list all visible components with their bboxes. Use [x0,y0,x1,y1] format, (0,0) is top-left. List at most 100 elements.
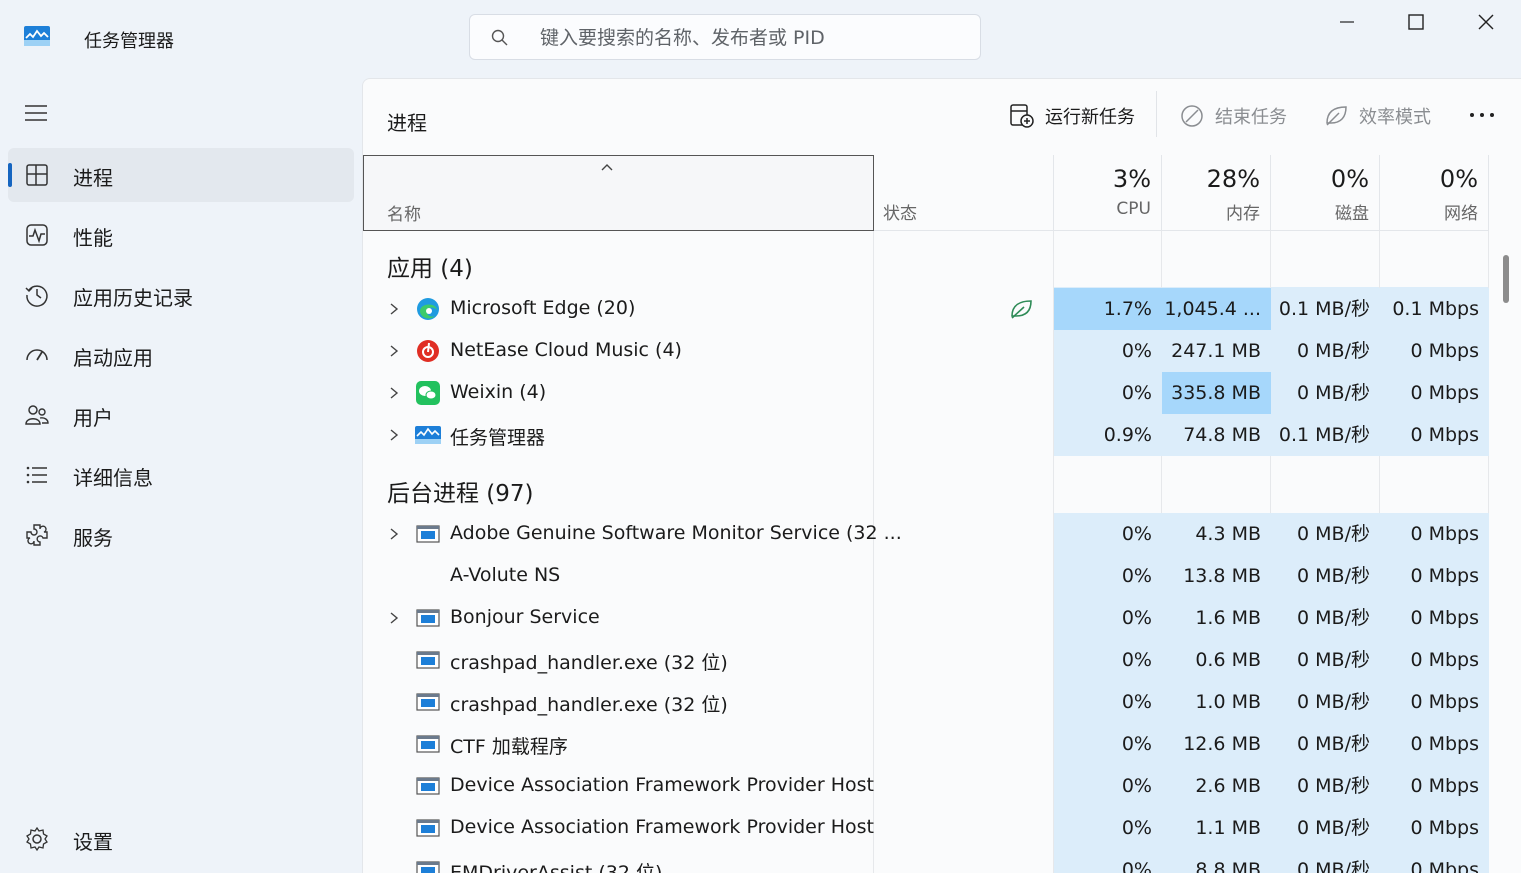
process-name: Device Association Framework Provider Ho… [450,774,874,796]
sidebar-item-settings[interactable]: 设置 [8,812,354,866]
network-cell: 0 Mbps [1380,723,1489,765]
expand-chevron-icon[interactable] [389,611,399,625]
column-label: 名称 [387,205,421,225]
end-task-icon [1181,105,1203,127]
process-name: crashpad_handler.exe (32 位) [450,652,728,674]
disk-cell: 0 MB/秒 [1271,807,1380,849]
cpu-cell: 0% [1054,639,1162,681]
active-indicator [8,163,12,187]
column-label: 内存 [1226,204,1260,224]
network-cell: 0 Mbps [1380,765,1489,807]
process-name: Bonjour Service [450,606,600,628]
cpu-cell: 0% [1054,513,1162,555]
disk-cell: 0 MB/秒 [1271,555,1380,597]
memory-cell: 1.0 MB [1162,681,1271,723]
processes-panel: 进程 运行新任务 结束任务 效率模式 名称 状态 3% CPU 28% 内存 0… [362,78,1521,873]
sidebar-item-users[interactable]: 用户 [8,388,354,442]
settings-icon [26,826,48,852]
process-row[interactable]: crashpad_handler.exe (32 位) 0% 0.6 MB 0 … [363,639,1489,681]
more-options-icon[interactable] [1467,105,1497,125]
cpu-cell: 0% [1054,330,1162,372]
service-window-icon [416,735,440,753]
end-task-button[interactable]: 结束任务 [1179,101,1287,131]
process-name: EMDriverAssist (32 位) [450,862,663,873]
maximize-button[interactable] [1394,8,1438,36]
column-label: 磁盘 [1335,204,1369,224]
close-button[interactable] [1464,8,1508,36]
process-row[interactable]: NetEase Cloud Music (4) 0% 247.1 MB 0 MB… [363,330,1489,372]
column-header-name[interactable]: 名称 [363,155,874,231]
process-row[interactable]: EMDriverAssist (32 位) 0% 8.8 MB 0 MB/秒 0… [363,849,1489,873]
hamburger-menu-icon[interactable] [24,102,48,124]
disk-cell: 0 MB/秒 [1271,849,1380,873]
memory-cell: 335.8 MB [1162,372,1271,414]
process-row[interactable]: Bonjour Service 0% 1.6 MB 0 MB/秒 0 Mbps [363,597,1489,639]
process-row[interactable]: Device Association Framework Provider Ho… [363,765,1489,807]
expand-chevron-icon[interactable] [389,527,399,541]
details-icon [26,466,47,484]
sidebar-item-performance[interactable]: 性能 [8,208,354,262]
process-row[interactable]: Adobe Genuine Software Monitor Service (… [363,513,1489,555]
cpu-cell: 0% [1054,723,1162,765]
service-window-icon [416,693,440,711]
efficiency-mode-button[interactable]: 效率模式 [1323,101,1431,131]
service-window-icon [416,819,440,837]
process-row[interactable]: 任务管理器 0.9% 74.8 MB 0.1 MB/秒 0 Mbps [363,414,1489,456]
process-name: Device Association Framework Provider Ho… [450,816,874,838]
memory-cell: 2.6 MB [1162,765,1271,807]
process-name: CTF 加载程序 [450,736,568,758]
efficiency-leaf-icon [1011,300,1032,319]
sidebar-item-processes[interactable]: 进程 [8,148,354,202]
column-header-disk[interactable]: 0% 磁盘 [1271,155,1380,231]
memory-cell: 13.8 MB [1162,555,1271,597]
run-new-task-button[interactable]: 运行新任务 [1009,101,1135,131]
disk-cell: 0 MB/秒 [1271,765,1380,807]
group-header-background[interactable]: 后台进程 (97) [387,474,534,508]
sidebar-item-startup-apps[interactable]: 启动应用 [8,328,354,382]
disk-cell: 0 MB/秒 [1271,330,1380,372]
sidebar-item-services[interactable]: 服务 [8,508,354,562]
column-header-cpu[interactable]: 3% CPU [1054,155,1162,231]
vertical-scrollbar[interactable] [1503,255,1509,303]
cpu-cell: 0% [1054,555,1162,597]
memory-cell: 8.8 MB [1162,849,1271,873]
memory-cell: 4.3 MB [1162,513,1271,555]
process-row[interactable]: A-Volute NS 0% 13.8 MB 0 MB/秒 0 Mbps [363,555,1489,597]
network-cell: 0 Mbps [1380,639,1489,681]
cpu-cell: 0% [1054,849,1162,873]
service-window-icon [416,777,440,795]
search-box[interactable] [469,14,981,60]
network-cell: 0.1 Mbps [1380,288,1489,330]
sidebar-item-details[interactable]: 详细信息 [8,448,354,502]
expand-chevron-icon[interactable] [389,344,399,358]
process-name: Weixin (4) [450,381,547,403]
memory-cell: 12.6 MB [1162,723,1271,765]
process-row[interactable]: Weixin (4) 0% 335.8 MB 0 MB/秒 0 Mbps [363,372,1489,414]
column-label: CPU [1116,199,1151,219]
memory-cell: 1.6 MB [1162,597,1271,639]
blank-icon [415,564,441,588]
cpu-cell: 1.7% [1054,288,1162,330]
disk-cell: 0 MB/秒 [1271,723,1380,765]
process-row[interactable]: CTF 加载程序 0% 12.6 MB 0 MB/秒 0 Mbps [363,723,1489,765]
search-icon [491,29,508,46]
sidebar-item-label: 启动应用 [73,346,153,370]
search-input[interactable] [538,23,962,53]
minimize-button[interactable] [1325,8,1369,36]
process-row[interactable]: crashpad_handler.exe (32 位) 0% 1.0 MB 0 … [363,681,1489,723]
expand-chevron-icon[interactable] [389,428,399,442]
process-row[interactable]: Device Association Framework Provider Ho… [363,807,1489,849]
memory-cell: 0.6 MB [1162,639,1271,681]
cpu-cell: 0% [1054,681,1162,723]
column-header-status[interactable]: 状态 [874,155,1054,231]
process-name: NetEase Cloud Music (4) [450,339,682,361]
column-header-memory[interactable]: 28% 内存 [1162,155,1271,231]
sidebar-item-app-history[interactable]: 应用历史记录 [8,268,354,322]
group-header-apps[interactable]: 应用 (4) [387,249,473,283]
network-cell: 0 Mbps [1380,513,1489,555]
column-label: 网络 [1444,204,1478,224]
expand-chevron-icon[interactable] [389,302,399,316]
column-header-network[interactable]: 0% 网络 [1380,155,1489,231]
expand-chevron-icon[interactable] [389,386,399,400]
process-row[interactable]: Microsoft Edge (20) 1.7% 1,045.4 ... 0.1… [363,288,1489,330]
